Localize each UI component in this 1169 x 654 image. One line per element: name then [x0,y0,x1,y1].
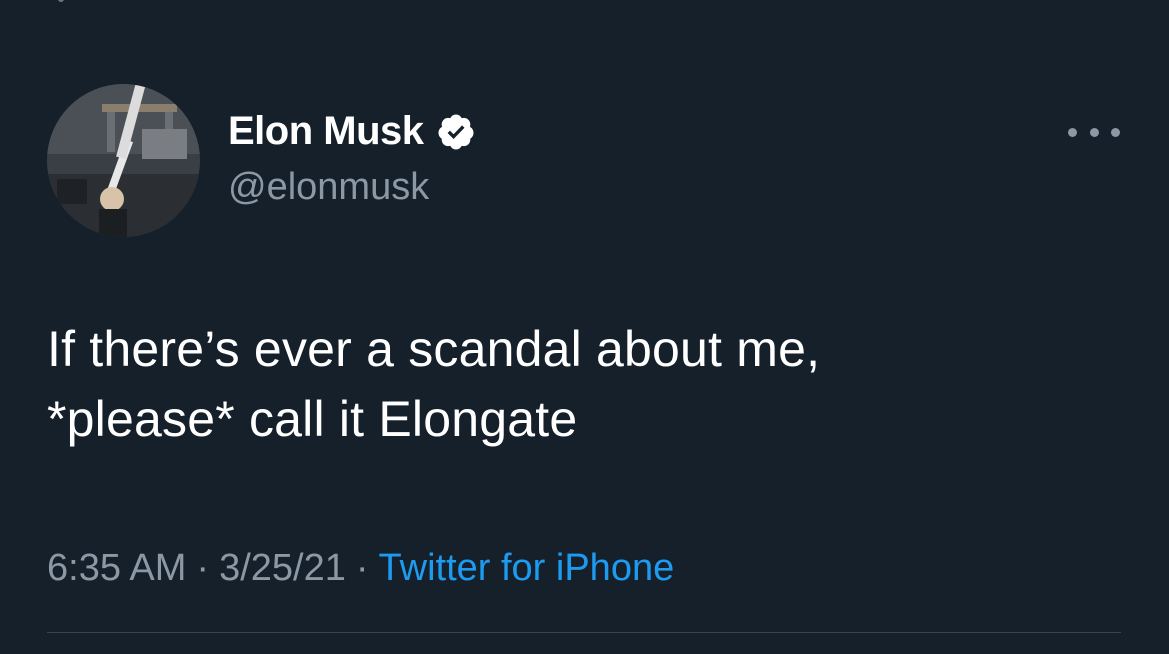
author-handle[interactable]: @elonmusk [228,166,429,209]
avatar[interactable] [47,84,200,237]
profile-photo-icon [47,84,200,237]
author-display-name-row[interactable]: Elon Musk [228,109,476,154]
tweet-text-line: If there’s ever a scandal about me, [47,321,821,377]
divider [47,632,1121,633]
tweet-text-line: *please* call it Elongate [47,391,578,447]
verified-badge-icon [438,114,474,149]
tweet-source-link[interactable]: Twitter for iPhone [379,547,675,589]
dot-icon [1089,127,1099,137]
tweet-date[interactable]: 3/25/21 [219,547,346,589]
dot-icon [1111,127,1120,137]
meta-separator: · [196,547,210,589]
author-display-name[interactable]: Elon Musk [228,109,424,154]
ellipsis-icon[interactable] [1068,118,1120,146]
tweet-metadata: 6:35 AM · 3/25/21 · Twitter for iPhone [47,547,674,590]
dot-icon [1068,127,1077,137]
top-edge-mark [58,0,64,2]
tweet-time[interactable]: 6:35 AM [47,547,186,589]
meta-separator: · [355,547,369,589]
tweet-text: If there’s ever a scandal about me, *ple… [47,314,1127,454]
